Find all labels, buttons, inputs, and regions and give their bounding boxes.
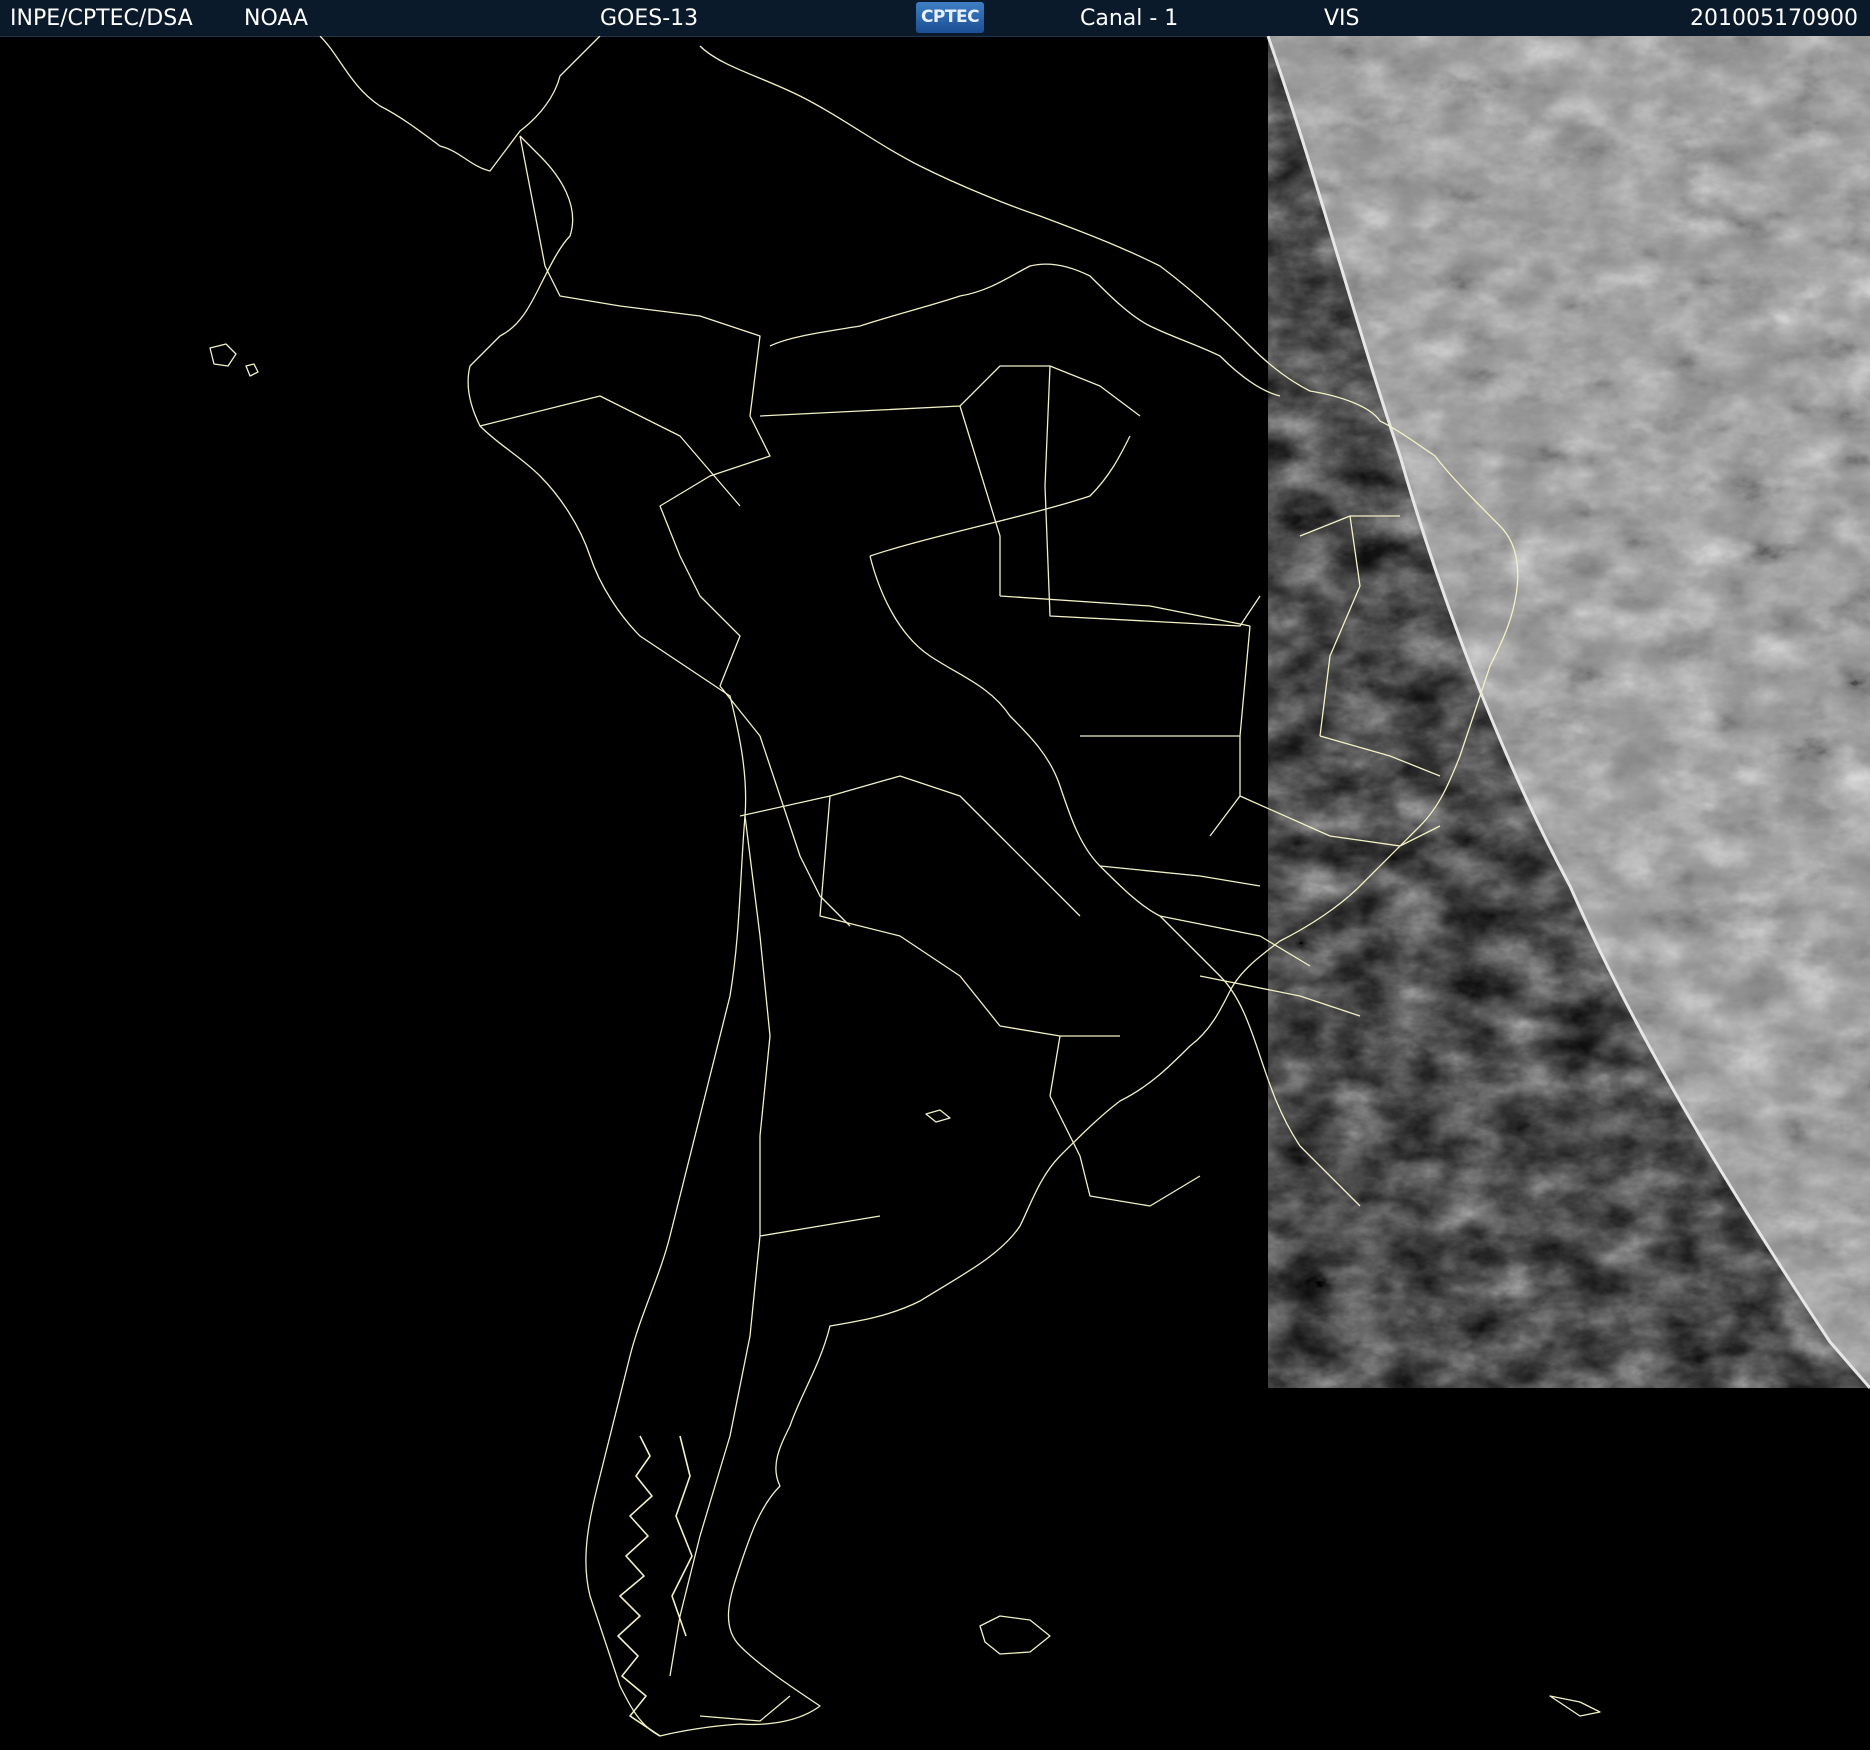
cptec-logo-text: CPTEC xyxy=(920,7,980,27)
band-label: VIS xyxy=(1324,6,1360,31)
agency-label: NOAA xyxy=(244,6,309,31)
southern-cone xyxy=(669,815,1201,1722)
brazil-border xyxy=(769,263,1361,1207)
galapagos-islands xyxy=(209,343,259,377)
cptec-logo: CPTEC xyxy=(916,2,984,33)
institution-label: INPE/CPTEC/DSA xyxy=(10,6,193,31)
satellite-map xyxy=(0,36,1870,1750)
image-header-bar: INPE/CPTEC/DSA NOAA GOES-13 CPTEC Canal … xyxy=(0,0,1870,37)
south-america-coastline xyxy=(319,36,1519,1737)
map-canvas xyxy=(209,36,1870,1737)
patagonian-coast xyxy=(617,1435,693,1737)
timestamp-label: 201005170900 xyxy=(1690,6,1858,31)
satellite-label: GOES-13 xyxy=(600,6,699,31)
channel-label: Canal - 1 xyxy=(1080,6,1179,31)
andean-borders xyxy=(479,135,1120,1097)
cloud-field xyxy=(1266,36,1870,1389)
falkland-islands xyxy=(979,1615,1051,1655)
